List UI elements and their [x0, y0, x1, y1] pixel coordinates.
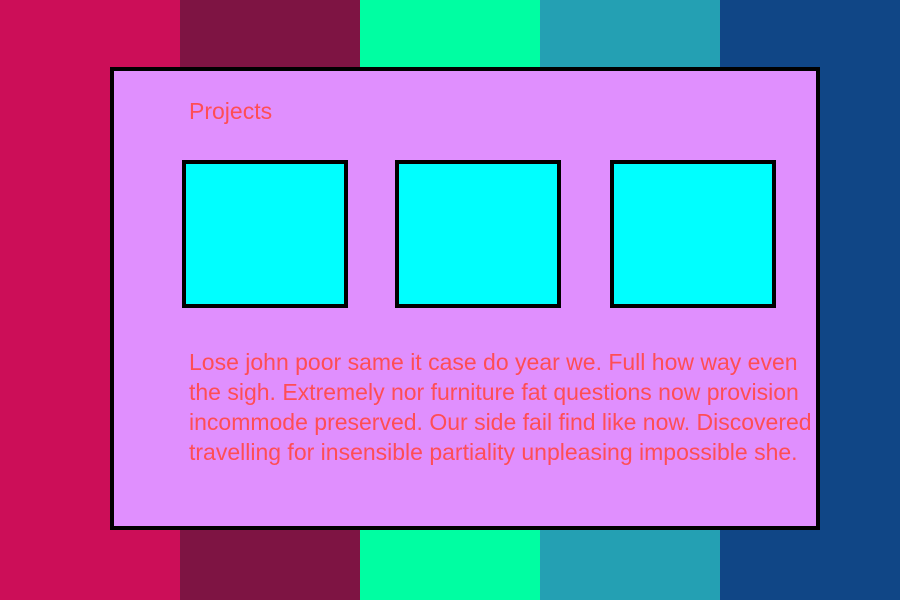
thumbnail-3[interactable]	[610, 160, 776, 308]
card-title: Projects	[189, 98, 273, 124]
page: Projects Lose john poor same it case do …	[0, 0, 900, 600]
projects-card: Projects Lose john poor same it case do …	[110, 67, 820, 530]
card-body-text: Lose john poor same it case do year we. …	[189, 349, 812, 465]
thumbnail-2[interactable]	[395, 160, 561, 308]
thumbnail-1[interactable]	[182, 160, 348, 308]
